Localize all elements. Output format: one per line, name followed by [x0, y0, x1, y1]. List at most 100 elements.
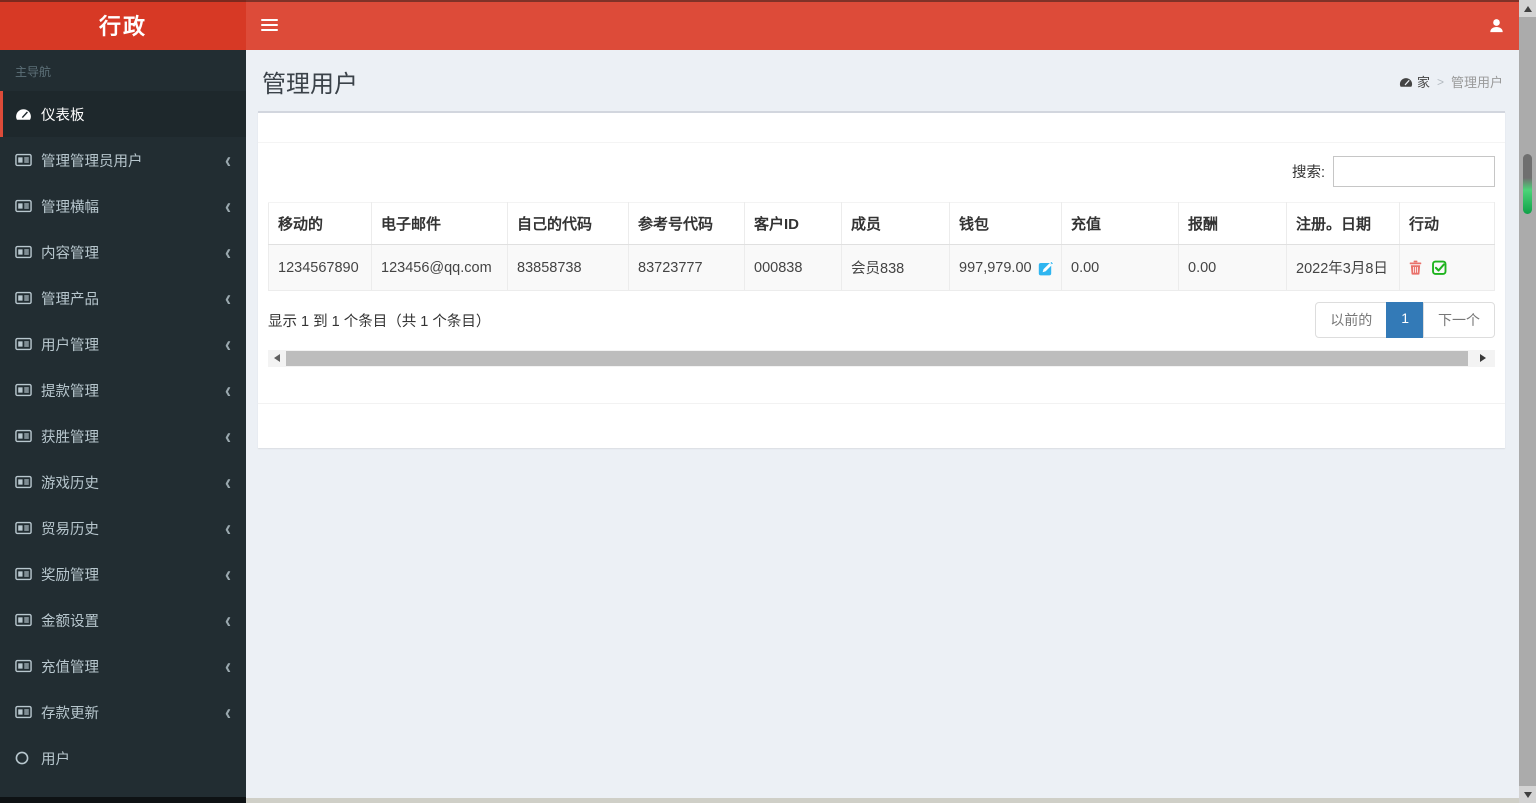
sidebar-item-label: 管理产品 — [41, 291, 99, 308]
sidebar-item-deposit-update[interactable]: 存款更新 ‹ — [0, 689, 246, 735]
chevron-left-icon: ‹ — [225, 193, 231, 219]
cell-wallet: 997,979.00 — [949, 244, 1062, 291]
search-input[interactable] — [1333, 156, 1495, 187]
sidebar-item-label: 金额设置 — [41, 613, 99, 630]
wallet-amount: 997,979.00 — [959, 259, 1032, 276]
column-header-own-code[interactable]: 自己的代码 — [507, 202, 629, 245]
sidebar-item-user-management[interactable]: 用户管理 ‹ — [0, 321, 246, 367]
newspaper-icon — [15, 705, 41, 719]
breadcrumb-home-link[interactable]: 家 — [1399, 72, 1430, 91]
column-header-member[interactable]: 成员 — [841, 202, 950, 245]
column-header-reward[interactable]: 报酬 — [1178, 202, 1287, 245]
card-spacer — [268, 367, 1495, 393]
entries-info: 显示 1 到 1 个条目（共 1 个条目） — [268, 313, 491, 330]
newspaper-icon — [15, 153, 41, 167]
sidebar-item-trade-history[interactable]: 贸易历史 ‹ — [0, 505, 246, 551]
sidebar-item-manage-products[interactable]: 管理产品 ‹ — [0, 275, 246, 321]
scroll-left-arrow-icon[interactable] — [274, 354, 280, 362]
column-header-ref-code[interactable]: 参考号代码 — [628, 202, 745, 245]
chevron-left-icon: ‹ — [225, 239, 231, 265]
cell-recharge: 0.00 — [1061, 244, 1179, 291]
column-header-wallet[interactable]: 钱包 — [949, 202, 1062, 245]
sidebar-toggle-button[interactable] — [246, 0, 292, 50]
sidebar-item-recharge-management[interactable]: 充值管理 ‹ — [0, 643, 246, 689]
delete-user-icon[interactable] — [1409, 260, 1422, 275]
pagination-page-1-button[interactable]: 1 — [1386, 302, 1424, 338]
approve-user-icon[interactable] — [1432, 260, 1447, 275]
newspaper-icon — [15, 521, 41, 535]
column-header-email[interactable]: 电子邮件 — [371, 202, 508, 245]
dashboard-gauge-icon — [1399, 76, 1413, 88]
sidebar-item-manage-banners[interactable]: 管理横幅 ‹ — [0, 183, 246, 229]
sidebar-item-users[interactable]: 用户 — [0, 735, 246, 781]
newspaper-icon — [15, 567, 41, 581]
sidebar-item-manage-admin-users[interactable]: 管理管理员用户 ‹ — [0, 137, 246, 183]
newspaper-icon — [15, 291, 41, 305]
app-layout: 行政 主导航 仪表板 管理管理员用户 ‹ 管理横幅 ‹ 内容管理 ‹ 管理产品 … — [0, 0, 1536, 803]
edit-wallet-icon[interactable] — [1038, 260, 1054, 276]
sidebar-item-game-history[interactable]: 游戏历史 ‹ — [0, 459, 246, 505]
vertical-scrollbar-track[interactable] — [1519, 17, 1536, 786]
sidebar-item-label: 贸易历史 — [41, 521, 99, 538]
chevron-left-icon: ‹ — [225, 377, 231, 403]
cell-customer-id: 000838 — [744, 244, 842, 291]
sidebar-item-withdrawal-management[interactable]: 提款管理 ‹ — [0, 367, 246, 413]
vertical-scrollbar-thumb[interactable] — [1523, 154, 1532, 214]
cell-email: 123456@qq.com — [371, 244, 508, 291]
content-header: 管理用户 家 > 管理用户 — [258, 60, 1505, 111]
scroll-right-arrow-icon[interactable] — [1480, 354, 1486, 362]
column-header-customer-id[interactable]: 客户ID — [744, 202, 842, 245]
horizontal-scrollbar[interactable] — [268, 350, 1495, 367]
chevron-left-icon: ‹ — [225, 423, 231, 449]
tachometer-icon — [15, 107, 41, 121]
cell-member: 会员838 — [841, 244, 950, 291]
user-menu-button[interactable] — [1473, 0, 1519, 50]
main-area: 管理用户 家 > 管理用户 搜索: 移动的 电子邮件 自己的代码 参考号代码 客… — [246, 0, 1519, 803]
chevron-left-icon: ‹ — [225, 469, 231, 495]
column-header-recharge[interactable]: 充值 — [1061, 202, 1179, 245]
sidebar-item-label: 存款更新 — [41, 705, 99, 722]
breadcrumb-current: 管理用户 — [1450, 75, 1503, 90]
sidebar-item-winning-management[interactable]: 获胜管理 ‹ — [0, 413, 246, 459]
pagination: 以前的 1 下一个 — [1315, 302, 1495, 338]
pagination-next-button[interactable]: 下一个 — [1423, 302, 1495, 338]
sidebar-item-label: 游戏历史 — [41, 475, 99, 492]
column-header-reg-date[interactable]: 注册。日期 — [1286, 202, 1400, 245]
breadcrumb-home-label: 家 — [1416, 75, 1430, 90]
sidebar-item-dashboard[interactable]: 仪表板 — [0, 91, 246, 137]
horizontal-scrollbar-thumb[interactable] — [286, 351, 1468, 366]
scroll-down-button[interactable] — [1519, 786, 1536, 803]
sidebar-item-label: 用户管理 — [41, 337, 99, 354]
user-icon — [1489, 18, 1504, 33]
sidebar-item-content-management[interactable]: 内容管理 ‹ — [0, 229, 246, 275]
sidebar: 行政 主导航 仪表板 管理管理员用户 ‹ 管理横幅 ‹ 内容管理 ‹ 管理产品 … — [0, 0, 246, 803]
sidebar-item-reward-management[interactable]: 奖励管理 ‹ — [0, 551, 246, 597]
sidebar-item-label: 管理横幅 — [41, 199, 99, 216]
cell-reward: 0.00 — [1178, 244, 1287, 291]
content-area: 管理用户 家 > 管理用户 搜索: 移动的 电子邮件 自己的代码 参考号代码 客… — [246, 50, 1519, 803]
vertical-scrollbar[interactable] — [1519, 0, 1536, 803]
brand-logo[interactable]: 行政 — [0, 0, 246, 50]
column-header-action[interactable]: 行动 — [1399, 202, 1495, 245]
search-row: 搜索: — [268, 156, 1495, 187]
top-navbar — [246, 0, 1519, 50]
table-footer: 显示 1 到 1 个条目（共 1 个条目） 以前的 1 下一个 — [268, 302, 1495, 338]
arrow-down-icon — [1523, 791, 1532, 798]
sidebar-section-header: 主导航 — [15, 65, 52, 79]
sidebar-item-amount-settings[interactable]: 金额设置 ‹ — [0, 597, 246, 643]
cell-mobile: 1234567890 — [268, 244, 372, 291]
column-header-mobile[interactable]: 移动的 — [268, 202, 372, 245]
brand-title: 行政 — [98, 14, 147, 39]
hamburger-icon — [260, 17, 278, 34]
pagination-previous-button[interactable]: 以前的 — [1315, 302, 1388, 338]
window-bottom-edge-light — [246, 798, 1519, 803]
scroll-up-button[interactable] — [1519, 0, 1536, 17]
cell-action — [1399, 244, 1495, 291]
cell-own-code: 83858738 — [507, 244, 629, 291]
sidebar-item-label: 奖励管理 — [41, 567, 99, 584]
users-card: 搜索: 移动的 电子邮件 自己的代码 参考号代码 客户ID 成员 钱包 充值 报… — [258, 111, 1505, 448]
cell-ref-code: 83723777 — [628, 244, 745, 291]
sidebar-item-label: 用户 — [41, 751, 70, 768]
page-title: 管理用户 — [262, 71, 358, 98]
newspaper-icon — [15, 199, 41, 213]
